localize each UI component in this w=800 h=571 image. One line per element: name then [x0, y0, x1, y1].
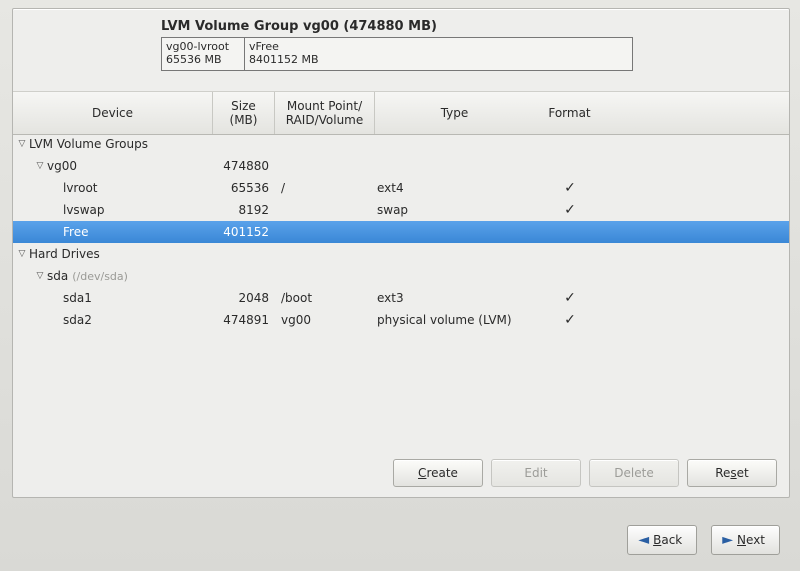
next-button[interactable]: ► Next [711, 525, 780, 555]
col-size[interactable]: Size (MB) [213, 92, 275, 134]
row-lvswap[interactable]: lvswap 8192 swap ✓ [13, 199, 789, 221]
col-type[interactable]: Type [375, 92, 535, 134]
row-free[interactable]: Free 401152 [13, 221, 789, 243]
table-body: ▽ LVM Volume Groups ▽ vg00 474880 lvroot… [13, 133, 789, 331]
edit-button: Edit [491, 459, 581, 487]
check-icon: ✓ [535, 312, 605, 328]
row-vg00[interactable]: ▽ vg00 474880 [13, 155, 789, 177]
chevron-down-icon[interactable]: ▽ [17, 139, 27, 149]
create-button[interactable]: Create [393, 459, 483, 487]
vg-segment-free: vFree 8401152 MB [245, 38, 632, 70]
row-sda2[interactable]: sda2 474891 vg00 physical volume (LVM) ✓ [13, 309, 789, 331]
vg-summary-box: vg00-lvroot 65536 MB vFree 8401152 MB [161, 37, 633, 71]
row-sda[interactable]: ▽ sda (/dev/sda) [13, 265, 789, 287]
table-header: Device Size (MB) Mount Point/ RAID/Volum… [13, 91, 789, 135]
check-icon: ✓ [535, 202, 605, 218]
action-bar: Create Edit Delete Reset [393, 459, 777, 487]
col-device[interactable]: Device [13, 92, 213, 134]
check-icon: ✓ [535, 290, 605, 306]
delete-button: Delete [589, 459, 679, 487]
vg-segment-lvroot: vg00-lvroot 65536 MB [162, 38, 245, 70]
row-lvroot[interactable]: lvroot 65536 / ext4 ✓ [13, 177, 789, 199]
col-format[interactable]: Format [535, 92, 605, 134]
group-lvm[interactable]: ▽ LVM Volume Groups [13, 133, 789, 155]
vg-summary-title: LVM Volume Group vg00 (474880 MB) [161, 19, 437, 34]
arrow-left-icon: ◄ [638, 532, 649, 548]
col-mount[interactable]: Mount Point/ RAID/Volume [275, 92, 375, 134]
row-sda1[interactable]: sda1 2048 /boot ext3 ✓ [13, 287, 789, 309]
partition-panel: LVM Volume Group vg00 (474880 MB) vg00-l… [12, 8, 790, 498]
back-button[interactable]: ◄ Back [627, 525, 697, 555]
nav-bar: ◄ Back ► Next [627, 525, 780, 555]
check-icon: ✓ [535, 180, 605, 196]
reset-button[interactable]: Reset [687, 459, 777, 487]
chevron-down-icon[interactable]: ▽ [35, 161, 45, 171]
group-hard-drives[interactable]: ▽ Hard Drives [13, 243, 789, 265]
chevron-down-icon[interactable]: ▽ [17, 249, 27, 259]
arrow-right-icon: ► [722, 532, 733, 548]
chevron-down-icon[interactable]: ▽ [35, 271, 45, 281]
